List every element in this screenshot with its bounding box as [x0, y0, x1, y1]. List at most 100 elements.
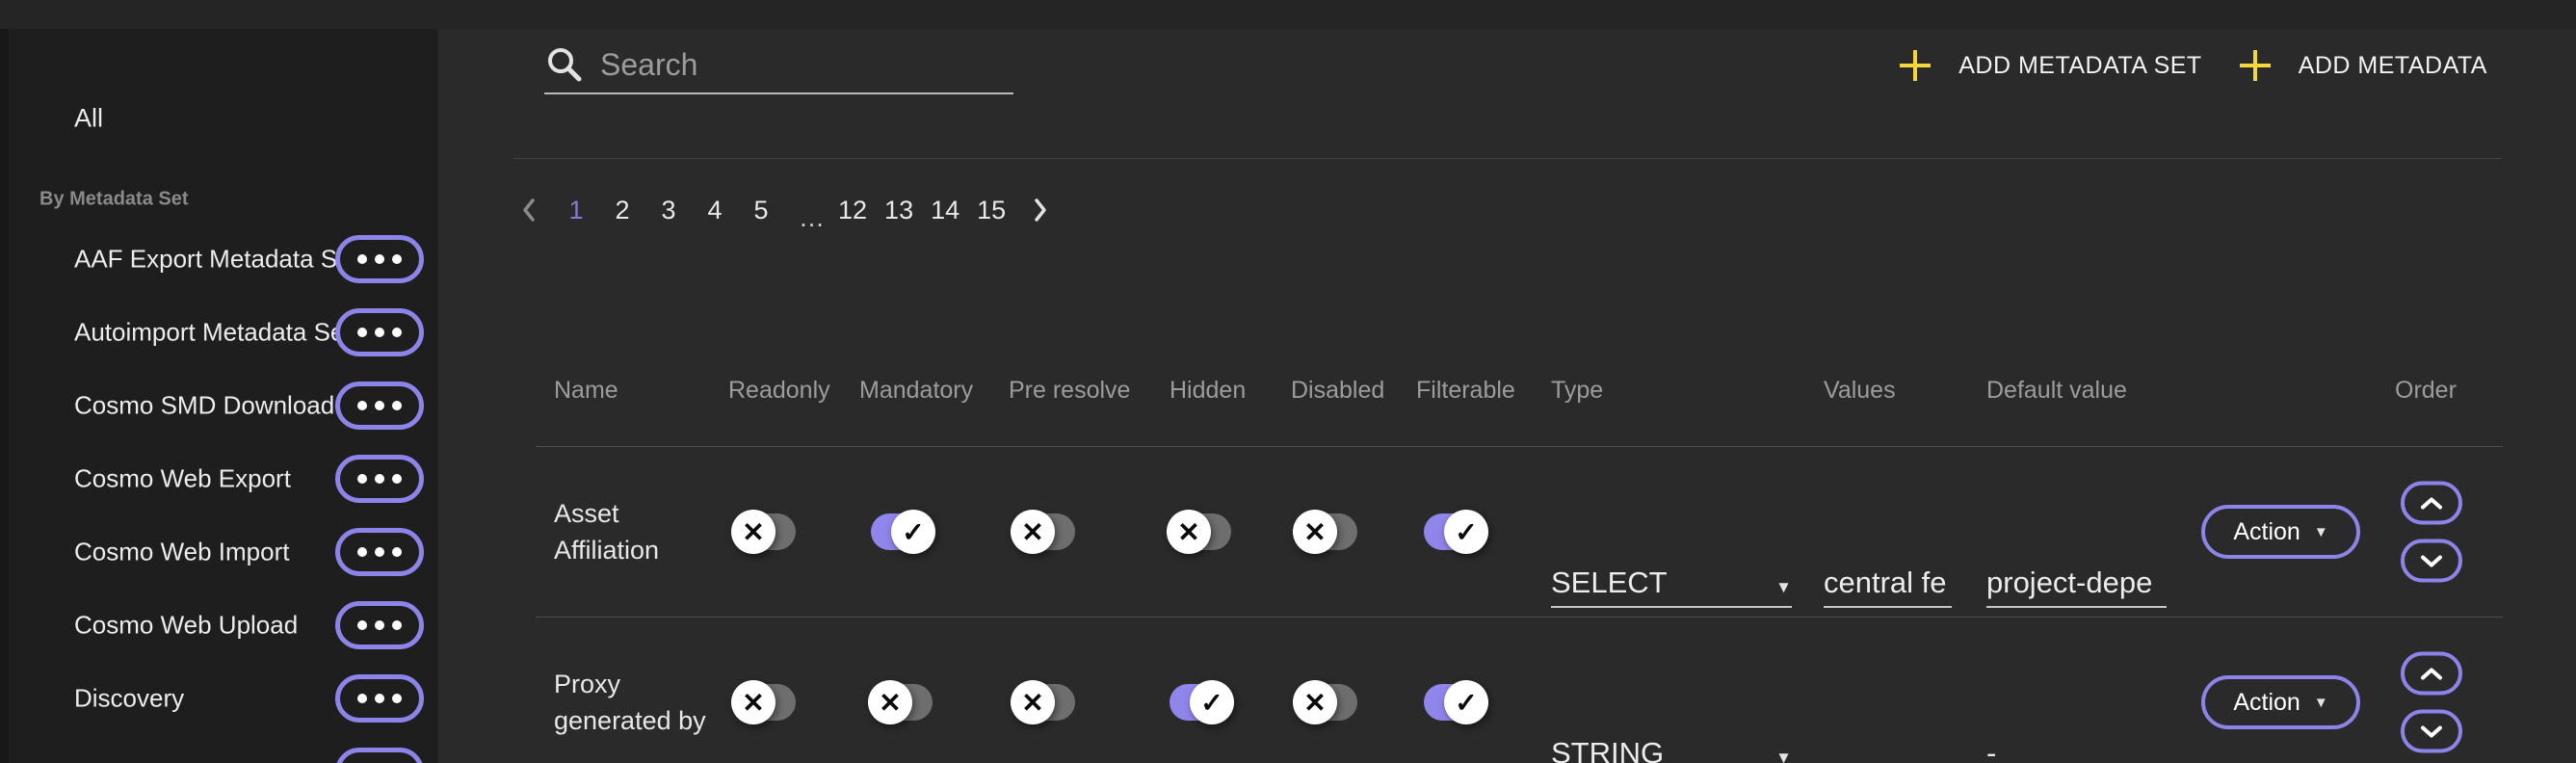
- sidebar-item-discovery[interactable]: Discovery: [9, 662, 438, 735]
- sidebar-item-label: Cosmo Web Export: [74, 464, 291, 494]
- sidebar-item-autoimport-metadata-set[interactable]: Autoimport Metadata Set: [9, 296, 438, 369]
- values-input[interactable]: [1824, 729, 1952, 763]
- default-value-input[interactable]: -: [1986, 729, 2167, 763]
- toggle-mandatory[interactable]: ✓: [871, 513, 933, 550]
- type-select[interactable]: SELECT▼: [1551, 559, 1792, 608]
- sidebar-item-label: Cosmo Web Import: [74, 538, 289, 567]
- cross-icon: ✕: [1021, 687, 1043, 719]
- page-prev-button[interactable]: [521, 197, 537, 223]
- pagination: 12345…12131415: [521, 193, 1048, 227]
- sidebar-item-cosmo-smd-download[interactable]: Cosmo SMD Download: [9, 369, 438, 442]
- toggle-pre-resolve[interactable]: ✕: [1013, 684, 1075, 721]
- sidebar-item-cosmo-web-export[interactable]: Cosmo Web Export: [9, 442, 438, 515]
- toggle-thumb: ✓: [1444, 680, 1488, 724]
- chevron-down-icon: ▼: [2314, 524, 2328, 540]
- page-button-12[interactable]: 12: [838, 196, 867, 225]
- type-select[interactable]: STRING▼: [1551, 729, 1792, 763]
- ellipsis-dot-icon: [357, 474, 367, 484]
- toggle-hidden[interactable]: ✓: [1170, 684, 1231, 721]
- toggle-thumb: ✓: [891, 510, 935, 554]
- ellipsis-dot-icon: [375, 254, 384, 264]
- plus-icon: [1897, 47, 1933, 84]
- toggle-thumb: ✕: [1011, 680, 1055, 724]
- column-header-order: Order: [2395, 374, 2457, 407]
- cross-icon: ✕: [1021, 516, 1043, 548]
- check-icon: ✓: [1455, 516, 1477, 548]
- sidebar-item-all[interactable]: All: [74, 104, 103, 134]
- item-more-menu-button[interactable]: [335, 235, 424, 283]
- order-down-button[interactable]: [2401, 539, 2462, 583]
- ellipsis-dot-icon: [392, 547, 402, 557]
- toggle-disabled[interactable]: ✕: [1296, 684, 1357, 721]
- default-value-input[interactable]: project-depe: [1986, 559, 2167, 608]
- toggle-mandatory[interactable]: ✕: [871, 684, 933, 721]
- search-field[interactable]: [544, 37, 1013, 94]
- action-button[interactable]: Action▼: [2201, 675, 2360, 729]
- ellipsis-dot-icon: [357, 328, 367, 337]
- header-divider: [513, 158, 2502, 159]
- page-next-button[interactable]: [1033, 197, 1048, 223]
- sidebar-item-cosmo-web-upload[interactable]: Cosmo Web Upload: [9, 589, 438, 662]
- page-ellipsis: …: [799, 208, 825, 227]
- table-row-proxy-generated-by: Proxy generated by✕✕✕✓✕✓STRING▼-Action▼: [536, 617, 2503, 763]
- cross-icon: ✕: [879, 687, 901, 719]
- default-value-text: project-depe: [1986, 566, 2152, 600]
- header-actions: ADD METADATA SET ADD METADATA: [1897, 44, 2487, 87]
- sidebar-item-aaf-export-metadata-set[interactable]: AAF Export Metadata Set: [9, 223, 438, 296]
- toggle-readonly[interactable]: ✕: [734, 513, 796, 550]
- ellipsis-dot-icon: [357, 694, 367, 703]
- column-header-name: Name: [554, 374, 618, 407]
- toggle-disabled[interactable]: ✕: [1296, 513, 1357, 550]
- column-header-default-value: Default value: [1986, 374, 2127, 407]
- top-bar: [0, 0, 2576, 29]
- toggle-filterable[interactable]: ✓: [1424, 513, 1485, 550]
- search-input[interactable]: [600, 47, 1013, 83]
- ellipsis-dot-icon: [392, 254, 402, 264]
- page-button-5[interactable]: 5: [747, 196, 775, 225]
- toggle-filterable[interactable]: ✓: [1424, 684, 1485, 721]
- item-more-menu-button[interactable]: [335, 455, 424, 503]
- toggle-readonly[interactable]: ✕: [734, 684, 796, 721]
- toggle-thumb: ✕: [1293, 680, 1337, 724]
- page-button-2[interactable]: 2: [608, 196, 637, 225]
- add-metadata-button[interactable]: ADD METADATA: [2237, 47, 2487, 84]
- order-up-button[interactable]: [2401, 482, 2462, 525]
- toggle-hidden[interactable]: ✕: [1170, 513, 1231, 550]
- item-more-menu-button[interactable]: [335, 601, 424, 649]
- item-more-menu-button[interactable]: [335, 528, 424, 576]
- add-metadata-set-button[interactable]: ADD METADATA SET: [1897, 47, 2201, 84]
- page-button-15[interactable]: 15: [977, 196, 1006, 225]
- page-button-3[interactable]: 3: [654, 196, 683, 225]
- check-icon: ✓: [902, 516, 924, 548]
- order-down-button[interactable]: [2401, 710, 2462, 753]
- column-header-values: Values: [1824, 374, 1896, 407]
- order-controls: [2401, 482, 2462, 583]
- page-button-1[interactable]: 1: [562, 196, 591, 225]
- ellipsis-dot-icon: [375, 694, 384, 703]
- order-controls: [2401, 652, 2462, 753]
- item-more-menu-button[interactable]: [335, 308, 424, 356]
- ellipsis-dot-icon: [392, 328, 402, 337]
- item-more-menu-button[interactable]: [335, 674, 424, 723]
- page-button-13[interactable]: 13: [884, 196, 913, 225]
- toggle-thumb: ✕: [731, 680, 775, 724]
- ellipsis-dot-icon: [357, 547, 367, 557]
- item-more-menu-button[interactable]: [335, 748, 424, 763]
- order-up-button[interactable]: [2401, 652, 2462, 696]
- toggle-pre-resolve[interactable]: ✕: [1013, 513, 1075, 550]
- cross-icon: ✕: [1177, 516, 1199, 548]
- sidebar-item-item[interactable]: [9, 735, 438, 763]
- check-icon: ✓: [1455, 687, 1477, 719]
- action-button-label: Action: [2233, 689, 2300, 717]
- toggle-thumb: ✕: [731, 510, 775, 554]
- page-button-4[interactable]: 4: [700, 196, 729, 225]
- sidebar-item-label: Autoimport Metadata Set: [74, 318, 352, 348]
- values-input[interactable]: central fe: [1824, 559, 1952, 608]
- column-header-mandatory: Mandatory: [859, 374, 973, 407]
- cross-icon: ✕: [1303, 687, 1326, 719]
- item-more-menu-button[interactable]: [335, 382, 424, 430]
- sidebar-item-cosmo-web-import[interactable]: Cosmo Web Import: [9, 515, 438, 589]
- action-button[interactable]: Action▼: [2201, 505, 2360, 559]
- ellipsis-dot-icon: [357, 254, 367, 264]
- page-button-14[interactable]: 14: [931, 196, 959, 225]
